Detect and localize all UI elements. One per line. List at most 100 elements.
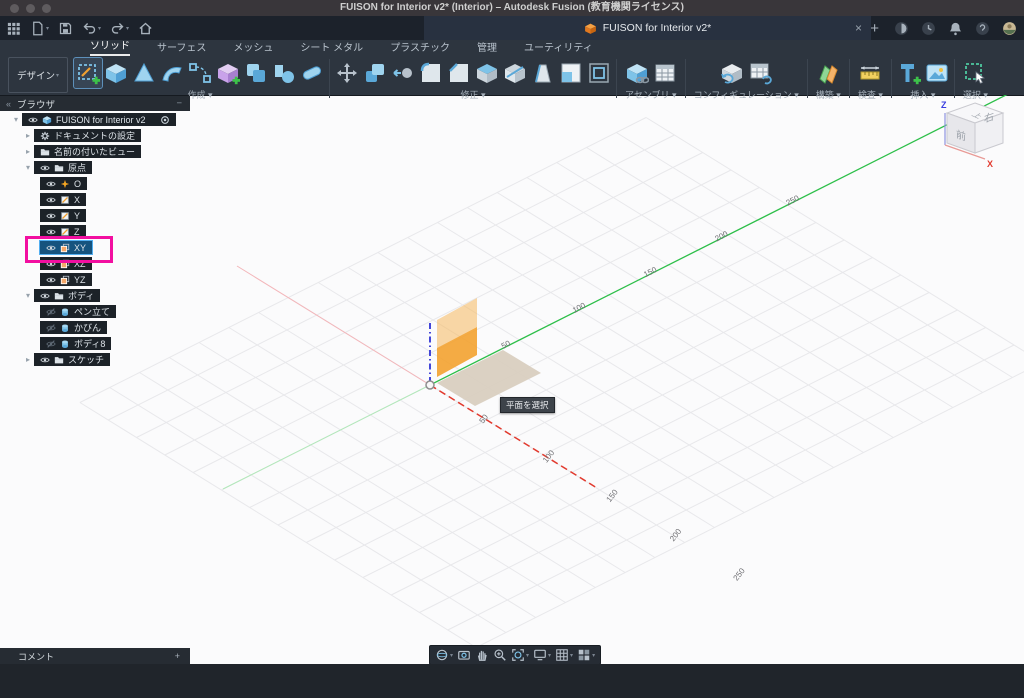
expand-arrow-icon[interactable]: ▸ xyxy=(22,147,34,156)
pan-icon[interactable] xyxy=(474,647,490,663)
minimize-panel-icon[interactable]: − xyxy=(176,98,182,109)
ribbon-separator xyxy=(807,59,808,98)
zoom-icon[interactable] xyxy=(492,647,508,663)
press-pull-icon[interactable] xyxy=(361,58,389,88)
apps-grid-icon[interactable] xyxy=(6,21,21,36)
expand-arrow-icon[interactable]: ▸ xyxy=(22,355,34,364)
browser-item-origin-o[interactable]: O xyxy=(40,177,87,190)
joint-icon[interactable] xyxy=(651,58,679,88)
visibility-eye-icon[interactable] xyxy=(46,227,56,237)
ribbon-tab-2[interactable]: メッシュ xyxy=(233,39,273,56)
primitive-box-icon[interactable] xyxy=(242,58,270,88)
derive-icon[interactable] xyxy=(186,58,214,88)
collapse-panel-icon[interactable]: « xyxy=(6,99,11,109)
visibility-eye-icon[interactable] xyxy=(46,179,56,189)
configuration-table-icon[interactable] xyxy=(746,58,774,88)
visibility-eye-icon[interactable] xyxy=(46,211,56,221)
document-tab[interactable]: FUISON for Interior v2* × xyxy=(424,16,871,40)
measure-icon[interactable] xyxy=(856,58,884,88)
sweep-icon[interactable] xyxy=(158,58,186,88)
browser-item-document-settings[interactable]: ドキュメントの設定 xyxy=(34,129,141,142)
offset-face-icon[interactable] xyxy=(389,58,417,88)
expand-arrow-icon[interactable]: ▸ xyxy=(22,131,34,140)
collapse-arrow-icon[interactable]: ▾ xyxy=(10,115,22,124)
visibility-eye-icon[interactable] xyxy=(28,115,38,125)
browser-item-plane-yz[interactable]: YZ xyxy=(40,273,92,286)
browser-panel-header[interactable]: « ブラウザ − xyxy=(0,96,190,111)
job-status-icon[interactable] xyxy=(893,20,910,37)
extrude-icon[interactable] xyxy=(102,58,130,88)
pattern-icon[interactable] xyxy=(585,58,613,88)
visibility-eye-icon[interactable] xyxy=(46,339,56,349)
browser-item-bodies[interactable]: ボディ xyxy=(34,289,100,302)
notifications-icon[interactable] xyxy=(947,20,964,37)
viewports-icon[interactable]: ▾ xyxy=(576,647,596,663)
ribbon-tab-0[interactable]: ソリッド xyxy=(90,37,130,56)
browser-item-body-8[interactable]: ボディ8 xyxy=(40,337,111,350)
save-icon[interactable] xyxy=(58,21,73,36)
visibility-eye-icon[interactable] xyxy=(46,275,56,285)
y-axis-negative xyxy=(223,385,430,489)
loft-icon[interactable] xyxy=(130,58,158,88)
browser-item-body-pen-stand[interactable]: ペン立て xyxy=(40,305,116,318)
ribbon-tab-3[interactable]: シート メタル xyxy=(300,39,363,56)
help-icon[interactable] xyxy=(974,20,991,37)
shell-icon[interactable] xyxy=(473,58,501,88)
home-icon[interactable] xyxy=(138,21,153,36)
redo-icon[interactable]: ▾ xyxy=(110,21,129,36)
activate-component-icon[interactable] xyxy=(160,115,170,125)
close-tab-icon[interactable]: × xyxy=(855,20,862,36)
draft-icon[interactable] xyxy=(529,58,557,88)
revolve-icon[interactable] xyxy=(270,58,298,88)
add-comment-icon[interactable]: + xyxy=(175,651,180,661)
origin-point[interactable] xyxy=(426,381,434,389)
move-icon[interactable] xyxy=(333,58,361,88)
display-settings-icon[interactable]: ▾ xyxy=(532,647,552,663)
visibility-eye-icon[interactable] xyxy=(40,355,50,365)
visibility-eye-icon[interactable] xyxy=(40,163,50,173)
construct-plane-icon[interactable] xyxy=(814,58,842,88)
browser-item-root[interactable]: FUISON for Interior v2 xyxy=(22,113,176,126)
browser-item-named-views[interactable]: 名前の付いたビュー xyxy=(34,145,141,158)
fit-icon[interactable]: ▾ xyxy=(510,647,530,663)
fillet-icon[interactable] xyxy=(417,58,445,88)
browser-item-label: Z xyxy=(74,227,80,237)
comments-bar[interactable]: コメント + xyxy=(0,648,190,664)
browser-item-origin[interactable]: 原点 xyxy=(34,161,92,174)
new-component-icon[interactable] xyxy=(623,58,651,88)
ribbon-tab-6[interactable]: ユーティリティ xyxy=(524,39,593,56)
create-sketch-icon[interactable] xyxy=(74,58,102,88)
collapse-arrow-icon[interactable]: ▾ xyxy=(22,163,34,172)
ribbon-tab-5[interactable]: 管理 xyxy=(477,39,497,56)
collapse-arrow-icon[interactable]: ▾ xyxy=(22,291,34,300)
ribbon-tab-4[interactable]: プラスチック xyxy=(390,39,450,56)
chamfer-icon[interactable] xyxy=(445,58,473,88)
browser-item-axis-x[interactable]: X xyxy=(40,193,86,206)
pipe-icon[interactable] xyxy=(298,58,326,88)
avatar-icon[interactable] xyxy=(1001,20,1018,37)
split-body-icon[interactable] xyxy=(501,58,529,88)
visibility-eye-icon[interactable] xyxy=(46,307,56,317)
orbit-icon[interactable]: ▾ xyxy=(434,647,454,663)
visibility-eye-icon[interactable] xyxy=(40,291,50,301)
viewcube[interactable]: 上 前 右 Z X xyxy=(941,100,1003,169)
recent-icon[interactable] xyxy=(920,20,937,37)
browser-item-body-vase[interactable]: かびん xyxy=(40,321,107,334)
insert-canvas-icon[interactable] xyxy=(923,58,951,88)
configure-design-icon[interactable] xyxy=(718,58,746,88)
create-form-icon[interactable] xyxy=(214,58,242,88)
look-at-icon[interactable] xyxy=(456,647,472,663)
browser-item-sketches[interactable]: スケッチ xyxy=(34,353,110,366)
select-icon[interactable] xyxy=(961,58,989,88)
visibility-eye-icon[interactable] xyxy=(46,323,56,333)
file-icon[interactable]: ▾ xyxy=(30,21,49,36)
insert-decal-icon[interactable] xyxy=(895,58,923,88)
workspace-selector[interactable]: デザイン▾ xyxy=(8,57,68,93)
grid-settings-icon[interactable]: ▾ xyxy=(554,647,574,663)
undo-icon[interactable]: ▾ xyxy=(82,21,101,36)
browser-item-axis-y[interactable]: Y xyxy=(40,209,86,222)
new-tab-icon[interactable]: + xyxy=(870,20,879,37)
scale-icon[interactable] xyxy=(557,58,585,88)
visibility-eye-icon[interactable] xyxy=(46,195,56,205)
ribbon-tab-1[interactable]: サーフェス xyxy=(157,39,206,56)
